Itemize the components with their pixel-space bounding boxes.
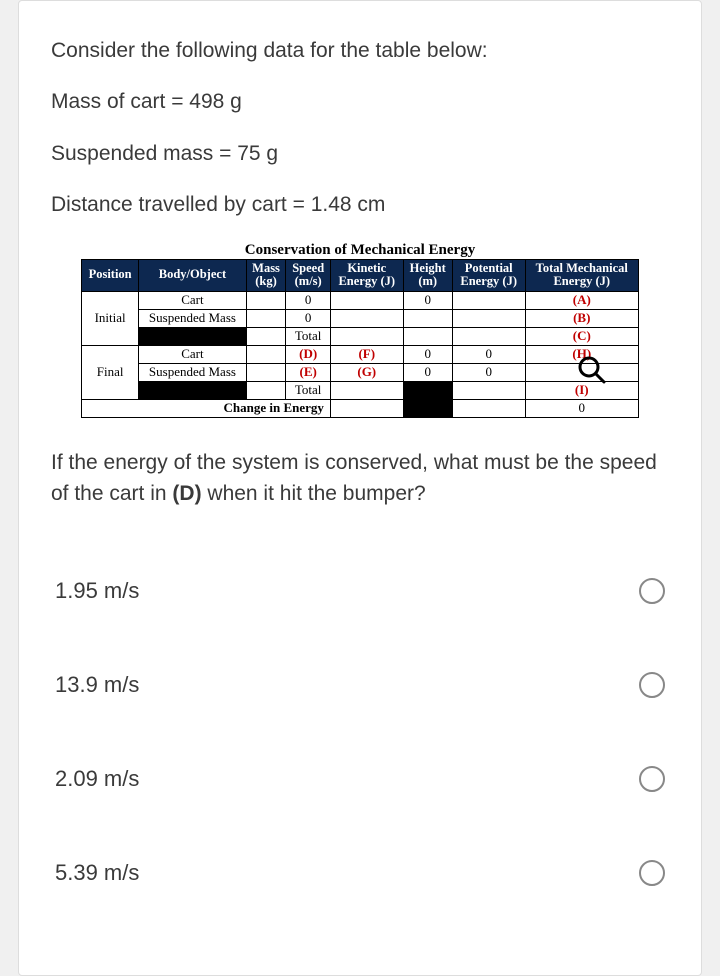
th-potential: PotentialEnergy (J)	[452, 259, 525, 292]
th-speed: Speed(m/s)	[286, 259, 331, 292]
question-part2: when it hit the bumper?	[202, 482, 426, 505]
cell-black	[403, 400, 452, 418]
table-row: Total (I)	[82, 382, 639, 400]
cell-change: Change in Energy	[82, 400, 331, 418]
cell-F: (F)	[330, 346, 403, 364]
table-row: Final Cart (D) (F) 0 0 (H)	[82, 346, 639, 364]
table-row: Suspended Mass 0 (B)	[82, 310, 639, 328]
option-label: 13.9 m/s	[55, 672, 139, 698]
cell-zero: 0	[525, 400, 638, 418]
th-mass: Mass(kg)	[246, 259, 286, 292]
option-c[interactable]: 2.09 m/s	[51, 752, 669, 806]
cell-total: Total	[286, 382, 331, 400]
question-card: Consider the following data for the tabl…	[18, 0, 702, 976]
options-list: 1.95 m/s 13.9 m/s 2.09 m/s 5.39 m/s	[51, 564, 669, 900]
th-height: Height(m)	[403, 259, 452, 292]
cell-susp: Suspended Mass	[139, 310, 246, 328]
option-d[interactable]: 5.39 m/s	[51, 846, 669, 900]
cell-initial: Initial	[82, 292, 139, 346]
radio-icon[interactable]	[639, 578, 665, 604]
table-title: Conservation of Mechanical Energy	[81, 242, 639, 259]
question-text: If the energy of the system is conserved…	[51, 448, 669, 509]
cell-C: (C)	[525, 328, 638, 346]
cell-zero: 0	[452, 364, 525, 382]
table-row: Total (C)	[82, 328, 639, 346]
energy-table: Position Body/Object Mass(kg) Speed(m/s)…	[81, 259, 639, 419]
radio-icon[interactable]	[639, 860, 665, 886]
cell-zero: 0	[286, 310, 331, 328]
question-bold: (D)	[172, 482, 201, 505]
cell-zero: 0	[403, 346, 452, 364]
cell-black	[403, 382, 452, 400]
option-b[interactable]: 13.9 m/s	[51, 658, 669, 712]
cell-zero: 0	[403, 364, 452, 382]
option-label: 1.95 m/s	[55, 578, 139, 604]
intro-line-4: Distance travelled by cart = 1.48 cm	[51, 190, 669, 219]
radio-icon[interactable]	[639, 766, 665, 792]
cell-zero: 0	[403, 292, 452, 310]
data-table-wrap: Conservation of Mechanical Energy Positi…	[81, 242, 639, 419]
th-position: Position	[82, 259, 139, 292]
cell-D: (D)	[286, 346, 331, 364]
cell-black	[139, 328, 246, 346]
intro-text: Consider the following data for the tabl…	[51, 36, 669, 220]
table-row: Initial Cart 0 0 (A)	[82, 292, 639, 310]
option-label: 5.39 m/s	[55, 860, 139, 886]
magnifier-icon[interactable]	[577, 355, 607, 390]
th-body: Body/Object	[139, 259, 246, 292]
cell-B: (B)	[525, 310, 638, 328]
cell-G: (G)	[330, 364, 403, 382]
cell-cart: Cart	[139, 346, 246, 364]
th-kinetic: KineticEnergy (J)	[330, 259, 403, 292]
th-total: Total MechanicalEnergy (J)	[525, 259, 638, 292]
intro-line-3: Suspended mass = 75 g	[51, 139, 669, 168]
option-label: 2.09 m/s	[55, 766, 139, 792]
table-row: Suspended Mass (E) (G) 0 0	[82, 364, 639, 382]
cell-E: (E)	[286, 364, 331, 382]
option-a[interactable]: 1.95 m/s	[51, 564, 669, 618]
cell-cart: Cart	[139, 292, 246, 310]
intro-line-1: Consider the following data for the tabl…	[51, 36, 669, 65]
cell-final: Final	[82, 346, 139, 400]
cell-A: (A)	[525, 292, 638, 310]
table-row: Change in Energy 0	[82, 400, 639, 418]
cell-black	[139, 382, 246, 400]
cell-zero: 0	[286, 292, 331, 310]
intro-line-2: Mass of cart = 498 g	[51, 87, 669, 116]
cell-total: Total	[286, 328, 331, 346]
cell-susp: Suspended Mass	[139, 364, 246, 382]
radio-icon[interactable]	[639, 672, 665, 698]
cell-zero: 0	[452, 346, 525, 364]
